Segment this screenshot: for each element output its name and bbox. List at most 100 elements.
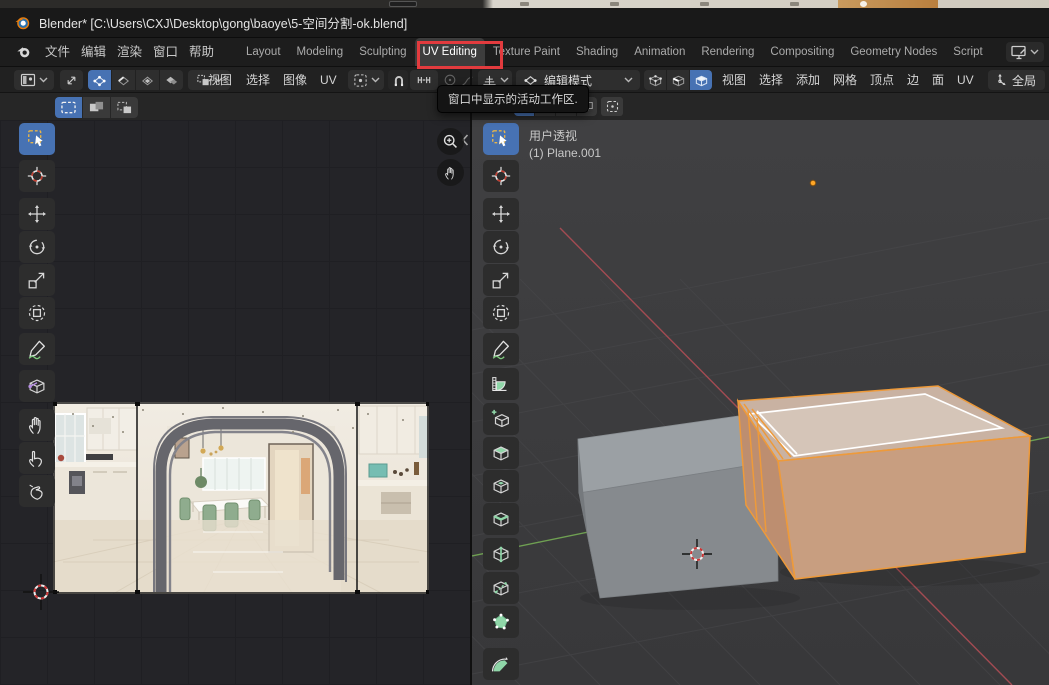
- viewport-object-label: (1) Plane.001: [529, 146, 601, 160]
- v3d-fallback-tool-dropdown[interactable]: [601, 97, 623, 116]
- uv-tool-rip-region[interactable]: [19, 370, 55, 402]
- v3d-tool-loop-cut[interactable]: [483, 538, 519, 570]
- uv-menu-view[interactable]: 视图: [208, 67, 232, 93]
- workspace-tab-sculpting[interactable]: Sculpting: [351, 38, 414, 66]
- uv-menu-uv[interactable]: UV: [320, 67, 337, 93]
- uv-menu-image[interactable]: 图像: [283, 67, 307, 93]
- scene-selector[interactable]: [1006, 42, 1044, 62]
- viewport-view-label: 用户透视: [529, 127, 577, 144]
- workspace-tab-script[interactable]: Script: [945, 38, 990, 66]
- uv-tool-2d-cursor[interactable]: [19, 160, 55, 192]
- uv-tool-pinch[interactable]: [19, 475, 55, 507]
- v3d-menu-face[interactable]: 面: [932, 67, 944, 93]
- v3d-tool-3d-cursor[interactable]: [483, 160, 519, 192]
- tooltip-text: 窗口中显示的活动工作区.: [448, 94, 578, 106]
- v3d-tool-annotate[interactable]: [483, 333, 519, 365]
- pivot-point-icon: [353, 73, 368, 88]
- edge-mode-icon: [671, 73, 686, 88]
- workspace-tab-uv-editing[interactable]: UV Editing: [415, 38, 485, 66]
- v3d-tool-rotate[interactable]: [483, 231, 519, 263]
- uv-menu-select[interactable]: 选择: [246, 67, 270, 93]
- uv-selectop-extend[interactable]: [83, 97, 110, 118]
- v3d-tool-move[interactable]: [483, 198, 519, 230]
- v3d-tool-spin[interactable]: [483, 648, 519, 680]
- blender-logo-icon: [14, 14, 31, 31]
- uv-tool-tweak-select[interactable]: [19, 123, 55, 155]
- uv-selectop-new[interactable]: [55, 97, 82, 118]
- uv-selectop-subtract[interactable]: [111, 97, 138, 118]
- v3d-menu-edge[interactable]: 边: [907, 67, 919, 93]
- uv-editor-type-dropdown[interactable]: [14, 70, 54, 90]
- v3d-menu-mesh[interactable]: 网格: [833, 67, 857, 93]
- viewport-3d-scene[interactable]: [472, 120, 1049, 685]
- v3d-select-mode-vertex[interactable]: [644, 70, 666, 90]
- workspace-tab-layout[interactable]: Layout: [238, 38, 289, 66]
- uv-tool-grab[interactable]: [19, 409, 55, 441]
- uv-tool-relax[interactable]: [19, 442, 55, 474]
- blender-window: Blender* [C:\Users\CXJ\Desktop\gong\baoy…: [0, 0, 1049, 685]
- workspace-tab-texture-paint[interactable]: Texture Paint: [485, 38, 568, 66]
- v3d-select-mode-edge[interactable]: [667, 70, 689, 90]
- uv-select-mode-face[interactable]: [136, 70, 159, 90]
- v3d-tool-extrude-region[interactable]: [483, 437, 519, 469]
- v3d-orientation-dropdown[interactable]: 全局: [988, 70, 1045, 90]
- uv-pan-button[interactable]: [437, 159, 464, 186]
- background-window-icon: [389, 1, 417, 7]
- background-mark: [790, 2, 799, 6]
- blender-app-menu-icon[interactable]: [16, 44, 32, 60]
- v3d-tool-bevel[interactable]: [483, 503, 519, 535]
- region-divider[interactable]: [470, 66, 472, 685]
- v3d-tool-knife[interactable]: [483, 572, 519, 604]
- background-mark: [700, 2, 709, 6]
- workspace-tab-shading[interactable]: Shading: [568, 38, 626, 66]
- magnifier-plus-icon: [442, 133, 459, 150]
- select-extend-icon: [88, 100, 105, 115]
- uv-sync-selection-toggle[interactable]: [60, 70, 83, 90]
- uv-panorama-image[interactable]: [53, 402, 429, 594]
- v3d-tool-measure[interactable]: [483, 368, 519, 400]
- uv-editor-region: [0, 120, 470, 685]
- v3d-menu-uv[interactable]: UV: [957, 67, 974, 93]
- v3d-menu-view[interactable]: 视图: [722, 67, 746, 93]
- v3d-tool-tweak-select[interactable]: [483, 123, 519, 155]
- uv-tool-rotate[interactable]: [19, 231, 55, 263]
- v3d-menu-add[interactable]: 添加: [796, 67, 820, 93]
- chevron-down-icon: [624, 77, 633, 83]
- uv-select-mode-island[interactable]: [160, 70, 183, 90]
- uv-tool-move[interactable]: [19, 198, 55, 230]
- orientation-label: 全局: [1012, 72, 1036, 89]
- v3d-menu-select[interactable]: 选择: [759, 67, 783, 93]
- selected-box-object[interactable]: [738, 386, 1030, 579]
- workspace-tab-geometry-nodes[interactable]: Geometry Nodes: [842, 38, 945, 66]
- tooltip: 窗口中显示的活动工作区.: [437, 85, 589, 113]
- uv-tool-transform[interactable]: [19, 297, 55, 329]
- v3d-select-mode-face[interactable]: [690, 70, 712, 90]
- v3d-tool-add-cube[interactable]: [483, 403, 519, 435]
- workspace-tab-rendering[interactable]: Rendering: [693, 38, 762, 66]
- window-title: Blender* [C:\Users\CXJ\Desktop\gong\baoy…: [39, 13, 407, 32]
- v3d-tool-transform[interactable]: [483, 297, 519, 329]
- uv-tool-scale[interactable]: [19, 264, 55, 296]
- v3d-tool-poly-build[interactable]: [483, 606, 519, 638]
- vertex-mode-icon: [648, 73, 663, 88]
- uv-pivot-dropdown[interactable]: [348, 70, 384, 90]
- background-robot-icon: [860, 1, 867, 7]
- v3d-menu-vertex[interactable]: 顶点: [870, 67, 894, 93]
- menu-help[interactable]: 帮助: [178, 38, 225, 66]
- uv-tool-annotate[interactable]: [19, 333, 55, 365]
- uv-2d-cursor[interactable]: [21, 572, 61, 612]
- v3d-tool-inset-faces[interactable]: [483, 470, 519, 502]
- v3d-tool-scale[interactable]: [483, 264, 519, 296]
- uv-select-mode-edge[interactable]: [112, 70, 135, 90]
- edge-select-icon: [116, 73, 131, 88]
- uv-snap-target-dropdown[interactable]: [410, 70, 438, 90]
- face-mode-icon: [694, 73, 709, 88]
- chevron-down-icon: [500, 77, 509, 83]
- workspace-tab-animation[interactable]: Animation: [626, 38, 693, 66]
- uv-select-mode-vertex[interactable]: [88, 70, 111, 90]
- uv-zoom-button[interactable]: [437, 128, 464, 155]
- workspace-tab-modeling[interactable]: Modeling: [289, 38, 352, 66]
- uv-snap-toggle[interactable]: [388, 70, 408, 90]
- scene-icon: [1011, 44, 1027, 60]
- workspace-tab-compositing[interactable]: Compositing: [762, 38, 842, 66]
